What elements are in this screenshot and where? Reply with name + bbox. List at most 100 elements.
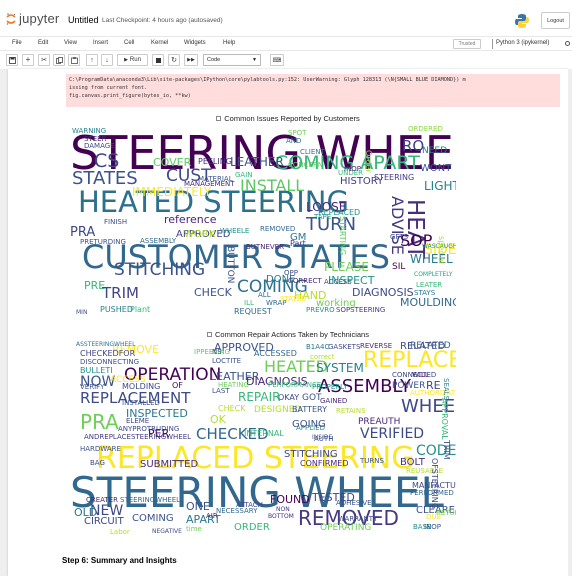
wordcloud-word: GAIN [235, 171, 253, 179]
menu-bar: File Edit View Insert Cell Kernel Widget… [0, 37, 572, 51]
wordcloud-word: WARRANTY [338, 515, 378, 523]
wordcloud-word: WARNING [72, 127, 107, 135]
wordcloud-word: GFTS [390, 233, 409, 241]
python-logo-icon [514, 13, 530, 31]
arrow-up-icon: ↑ [90, 56, 94, 64]
menu-edit[interactable]: Edit [38, 40, 48, 46]
wordcloud-word: correct [310, 353, 335, 361]
wordcloud-word: RE [426, 379, 441, 392]
menu-insert[interactable]: Insert [93, 40, 108, 46]
wordcloud-word: PREVRO [306, 306, 335, 314]
wordcloud-word: PREAUTH [358, 417, 401, 427]
wordcloud-word: BAG [90, 459, 105, 467]
wordcloud-word: BUTNEVER [246, 243, 284, 251]
move-down-button[interactable]: ↓ [101, 54, 113, 66]
save-icon [8, 56, 16, 64]
wordcloud-word: ACCESSED [254, 349, 297, 358]
wordcloud-word: CONCERN [288, 161, 324, 169]
insert-cell-button[interactable]: + [22, 54, 34, 66]
wordcloud-word: INSTALL [240, 176, 305, 195]
stop-icon [155, 57, 161, 63]
wordcloud-word: ONE [186, 500, 210, 513]
page-scrollbar[interactable] [568, 69, 572, 576]
wordcloud-word: HARDWARE [80, 445, 121, 453]
command-palette-button[interactable]: ⌨ [270, 54, 284, 66]
menu-widgets[interactable]: Widgets [184, 40, 206, 46]
kernel-name[interactable]: Python 3 (ipykernel) [496, 40, 549, 46]
wordcloud-word: VERIFIED [360, 426, 425, 442]
paste-button[interactable] [68, 54, 80, 66]
wordcloud-word: GOT [302, 393, 322, 403]
wordcloud-word: TRIM [102, 284, 139, 302]
wordcloud-word: OPP [284, 269, 298, 277]
wordcloud-word: GOING [292, 419, 326, 430]
wordcloud-word: SUBMITTED [140, 459, 199, 470]
run-button[interactable]: ▶ Run [117, 54, 148, 66]
wordcloud-word: AUTHORIZATION [453, 126, 456, 201]
menu-file[interactable]: File [12, 40, 22, 46]
menu-view[interactable]: View [64, 40, 77, 46]
wordcloud-word: FINISH [104, 218, 128, 226]
wordcloud-word: CREATER [86, 496, 118, 504]
notebook-title[interactable]: Untitled [68, 15, 99, 25]
missing-glyph-icon [207, 332, 212, 337]
wordcloud-word: BULLETI [80, 366, 113, 375]
notebook-toolbar: + ✂ ↑ ↓ ▶ Run ↻ ▶▶ Code ▼ ⌨ [0, 52, 572, 69]
jupyter-logo[interactable]: jupyter [6, 11, 59, 26]
wordcloud-word: special [437, 236, 446, 264]
menu-kernel[interactable]: Kernel [151, 40, 168, 46]
save-button[interactable] [6, 54, 18, 66]
cell-type-select[interactable]: Code ▼ [203, 54, 261, 66]
wordcloud-word: ACCESS [110, 375, 146, 385]
wordcloud-word: REPAIR [238, 390, 281, 404]
menu-cell[interactable]: Cell [124, 40, 134, 46]
wordcloud-word: TRIM [442, 440, 451, 460]
wordcloud-word: PUSHED [100, 305, 133, 314]
wordcloud-word: ORDER [234, 522, 270, 533]
wordcloud-word: RETURN [436, 509, 456, 517]
arrow-down-icon: ↓ [105, 56, 109, 64]
jupyter-logo-text: jupyter [19, 11, 60, 26]
menu-help[interactable]: Help [223, 40, 235, 46]
customer-issues-wordcloud: STEERING WHEEL HEATED STEERING CUSTOMER ST… [70, 126, 456, 319]
restart-run-all-button[interactable]: ▶▶ [184, 54, 198, 66]
wordcloud-word: SYSTEM [316, 361, 364, 375]
wordcloud-word: COVER [153, 156, 192, 169]
interrupt-button[interactable] [152, 54, 164, 66]
wordcloud-word: STEERINGWHEEL [120, 496, 181, 504]
wordcloud-word: VERIFY [80, 383, 105, 391]
wordcloud-word: COMING [132, 513, 174, 524]
wordcloud-word: ATTACH [236, 501, 263, 509]
wordcloud-word: PRE [84, 279, 106, 292]
wordcloud-word: reference [164, 213, 217, 226]
wordcloud-word: PEELING [198, 157, 232, 166]
wordcloud-word: MIN [76, 309, 88, 316]
wordcloud-word: CHECK [218, 404, 246, 413]
wordcloud-word: PRA [80, 410, 119, 434]
wordcloud-word: NEGATIVE [152, 528, 182, 535]
missing-glyph-icon [216, 116, 222, 121]
notebook-area: C:\ProgramData\anaconda3\Lib\site-packag… [0, 69, 572, 576]
wordcloud-word: PRETURDING [80, 238, 126, 246]
play-icon: ▶ [124, 57, 128, 63]
copy-icon [55, 56, 63, 64]
wordcloud-word: STATED [280, 295, 307, 303]
wordcloud-word: INSTALLED [122, 399, 160, 407]
copy-button[interactable] [53, 54, 65, 66]
wordcloud-word: OFSTEERING [430, 458, 439, 509]
jupyter-header: jupyter Untitled Last Checkpoint: 4 hour… [0, 0, 572, 37]
wordcloud-word: CONNECTED [392, 371, 437, 379]
move-up-button[interactable]: ↑ [86, 54, 98, 66]
wordcloud-word: SOPSTEERING [336, 306, 386, 314]
trusted-indicator[interactable]: Trusted [453, 39, 481, 49]
wordcloud-word: OF [172, 381, 183, 390]
wordcloud-word: APPROVAL [440, 398, 449, 440]
wordcloud-word: INOP [424, 523, 442, 531]
paste-icon [70, 56, 78, 64]
logout-button[interactable]: Logout [541, 12, 570, 29]
restart-button[interactable]: ↻ [168, 54, 180, 66]
cut-button[interactable]: ✂ [38, 54, 50, 66]
wordcloud-word: ADHESIVE [336, 499, 372, 507]
wordcloud-word: CORRECT [288, 277, 322, 285]
wordcloud-word: Part [290, 239, 306, 248]
